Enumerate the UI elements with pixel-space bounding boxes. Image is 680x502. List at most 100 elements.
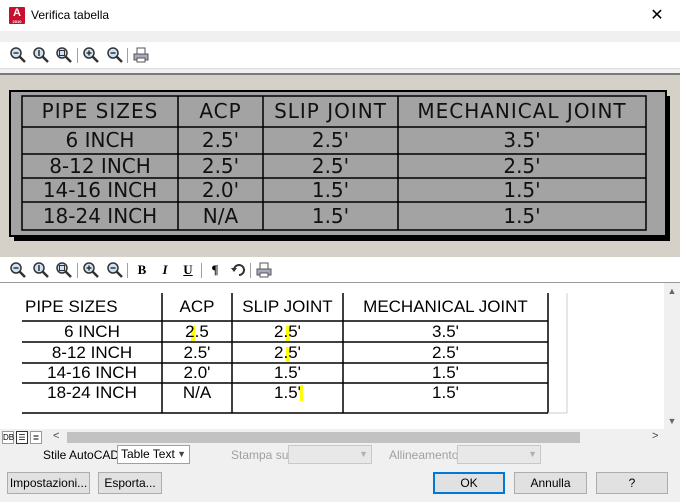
edit-header-cell[interactable]: MECHANICAL JOINT xyxy=(343,293,548,321)
edit-cell[interactable]: 2.5' xyxy=(343,342,548,363)
zoom-out-icon[interactable] xyxy=(106,46,124,64)
style-select[interactable]: Table Text ▼ xyxy=(117,445,190,464)
preview-toolbar xyxy=(0,42,680,69)
edit-row: 18-24 INCH N/A 1.5' 1.5' xyxy=(22,383,548,403)
paragraph-button[interactable]: ¶ xyxy=(206,261,224,279)
zoom-window-icon[interactable] xyxy=(55,46,73,64)
edit-cell[interactable]: 2.5 xyxy=(162,321,232,342)
view-mode-detail-button[interactable]: ≣ xyxy=(30,431,42,444)
toolbar-separator xyxy=(127,48,128,63)
edit-cell[interactable]: 1.5' xyxy=(343,363,548,383)
scroll-right-icon[interactable]: > xyxy=(652,430,658,442)
style-select-value: Table Text xyxy=(121,447,175,461)
zoom-fit-icon[interactable] xyxy=(32,261,50,279)
export-button[interactable]: Esporta... xyxy=(98,472,162,494)
zoom-window-icon[interactable] xyxy=(55,261,73,279)
edit-header-cell[interactable]: PIPE SIZES xyxy=(22,293,162,321)
horizontal-scrollbar[interactable]: < > xyxy=(0,429,680,446)
zoom-in-icon[interactable] xyxy=(82,261,100,279)
print-on-label: Stampa su: xyxy=(231,448,292,462)
preview-cell: N/A xyxy=(202,204,239,228)
style-label: Stile AutoCAD: xyxy=(43,448,123,462)
horizontal-scroll-thumb[interactable] xyxy=(67,432,580,443)
scroll-down-icon[interactable]: ▼ xyxy=(664,413,680,429)
undo-icon[interactable] xyxy=(229,261,247,279)
alignment-label: Allineamento: xyxy=(389,448,462,462)
preview-header-cell: PIPE SIZES xyxy=(41,99,159,123)
table-preview-pane: PIPE SIZES ACP SLIP JOINT MECHANICAL JOI… xyxy=(0,73,680,259)
toolbar-separator xyxy=(77,263,78,278)
edit-cell[interactable]: 2.0' xyxy=(162,363,232,383)
preview-cell: 2.5' xyxy=(311,154,350,178)
zoom-fit-icon[interactable] xyxy=(32,46,50,64)
print-on-select[interactable]: ▼ xyxy=(288,445,372,464)
scroll-up-icon[interactable]: ▲ xyxy=(664,283,680,299)
app-icon-letter: A xyxy=(13,7,21,19)
autocad-app-icon: A 2010 xyxy=(9,7,25,24)
edit-cell[interactable]: 3.5' xyxy=(343,321,548,342)
table-edit-pane: PIPE SIZES ACP SLIP JOINT MECHANICAL JOI… xyxy=(0,282,680,430)
preview-row: 14-16 INCH 2.0' 1.5' 1.5' xyxy=(22,178,646,202)
edit-cell[interactable]: 8-12 INCH xyxy=(22,342,162,363)
zoom-out-icon[interactable] xyxy=(106,261,124,279)
preview-header-cell: ACP xyxy=(199,99,242,123)
underline-button[interactable]: U xyxy=(179,261,197,279)
edit-row: 8-12 INCH 2.5' 2.5' 2.5' xyxy=(22,342,548,363)
edit-cell[interactable]: 2.5' xyxy=(232,342,343,363)
print-icon[interactable] xyxy=(255,261,273,279)
close-icon[interactable]: ✕ xyxy=(634,0,680,31)
ok-button[interactable]: OK xyxy=(433,472,505,494)
cancel-button[interactable]: Annulla xyxy=(514,472,587,494)
preview-cell: 2.5' xyxy=(311,128,350,152)
edit-cell[interactable]: 2.5' xyxy=(162,342,232,363)
scroll-left-icon[interactable]: < xyxy=(53,430,59,442)
preview-header-cell: MECHANICAL JOINT xyxy=(417,99,627,123)
edit-cell[interactable]: 1.5' xyxy=(232,383,343,403)
preview-row: 6 INCH 2.5' 2.5' 3.5' xyxy=(22,127,646,154)
edit-cell[interactable]: 2.5' xyxy=(232,321,343,342)
settings-button[interactable]: Impostazioni... xyxy=(7,472,90,494)
preview-cell: 2.5' xyxy=(201,154,240,178)
preview-cell: 2.5' xyxy=(503,154,541,178)
edit-cell[interactable]: N/A xyxy=(162,383,232,403)
zoom-out-icon[interactable] xyxy=(9,261,27,279)
edit-header-cell[interactable]: ACP xyxy=(162,293,232,321)
zoom-out-icon[interactable] xyxy=(9,46,27,64)
toolbar-separator xyxy=(250,263,251,278)
view-mode-db-button[interactable]: DB xyxy=(2,431,14,444)
preview-row: 18-24 INCH N/A 1.5' 1.5' xyxy=(22,202,646,230)
chevron-down-icon: ▼ xyxy=(177,449,186,459)
toolbar-separator xyxy=(201,263,202,278)
edit-cell[interactable]: 6 INCH xyxy=(22,321,162,342)
preview-cell: 1.5' xyxy=(503,204,541,228)
italic-button[interactable]: I xyxy=(156,261,174,279)
edit-cell[interactable]: 1.5' xyxy=(232,363,343,383)
preview-cell: 1.5' xyxy=(311,178,350,202)
print-icon[interactable] xyxy=(132,46,150,64)
title-bar: A 2010 Verifica tabella ✕ xyxy=(0,0,680,31)
edit-cell[interactable]: 1.5' xyxy=(343,383,548,403)
preview-table-text: PIPE SIZES ACP SLIP JOINT MECHANICAL JOI… xyxy=(22,96,646,230)
view-mode-list-button[interactable]: ☰ xyxy=(16,431,28,444)
toolbar-separator xyxy=(77,48,78,63)
zoom-in-icon[interactable] xyxy=(82,46,100,64)
edit-cell[interactable]: 18-24 INCH xyxy=(22,383,162,403)
preview-cell: 8-12 INCH xyxy=(49,154,151,178)
chevron-down-icon: ▼ xyxy=(528,449,537,459)
edit-header-cell[interactable]: SLIP JOINT xyxy=(232,293,343,321)
edit-cell[interactable]: 14-16 INCH xyxy=(22,363,162,383)
vertical-scrollbar[interactable]: ▲ ▼ xyxy=(664,283,680,429)
window-title: Verifica tabella xyxy=(31,8,110,22)
preview-cell: 6 INCH xyxy=(65,128,135,152)
preview-cell: 2.0' xyxy=(201,178,240,202)
edit-row: 6 INCH 2.5 2.5' 3.5' xyxy=(22,321,548,342)
bold-button[interactable]: B xyxy=(133,261,151,279)
preview-cell: 1.5' xyxy=(311,204,350,228)
edit-header-row: PIPE SIZES ACP SLIP JOINT MECHANICAL JOI… xyxy=(22,293,548,321)
alignment-select[interactable]: ▼ xyxy=(457,445,541,464)
preview-header-row: PIPE SIZES ACP SLIP JOINT MECHANICAL JOI… xyxy=(22,96,646,127)
app-icon-version: 2010 xyxy=(12,19,22,24)
preview-row: 8-12 INCH 2.5' 2.5' 2.5' xyxy=(22,154,646,178)
help-button[interactable]: ? xyxy=(596,472,668,494)
chevron-down-icon: ▼ xyxy=(359,449,368,459)
